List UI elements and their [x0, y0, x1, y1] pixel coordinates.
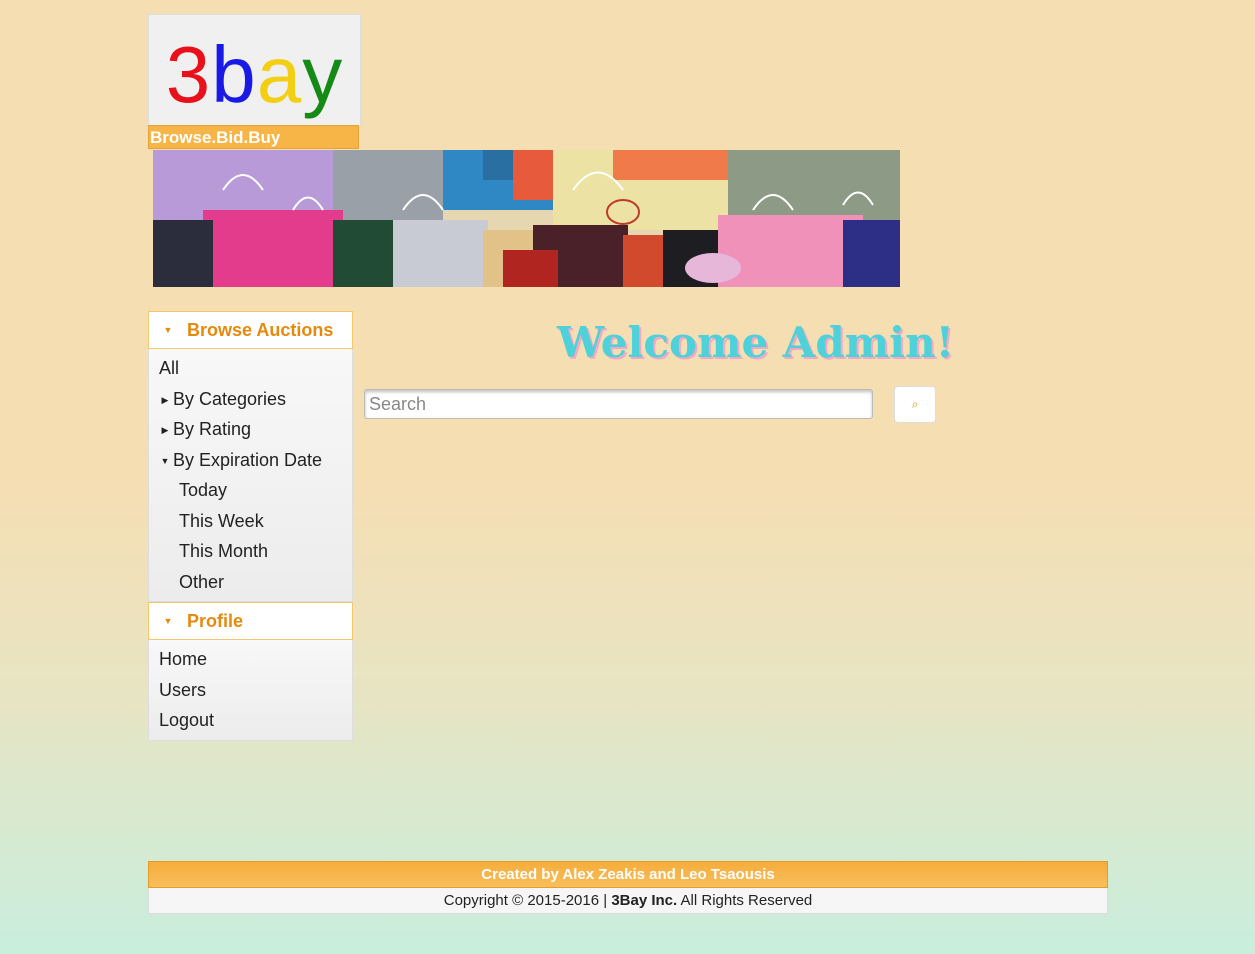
nav-expiration-other[interactable]: Other — [149, 567, 352, 598]
nav-home[interactable]: Home — [149, 644, 352, 675]
nav-users-label: Users — [159, 679, 207, 700]
nav-home-label: Home — [159, 649, 208, 669]
nav-by-expiration-date[interactable]: ▼ By Expiration Date — [149, 445, 352, 476]
nav-all[interactable]: All — [149, 353, 352, 384]
caret-down-icon: ▼ — [163, 616, 173, 626]
nav-by-rating-label: By Rating — [173, 419, 252, 439]
nav-by-expiration-label: By Expiration Date — [173, 449, 323, 470]
browse-auctions-panel: All ▶ By Categories ▶ By Rating ▼ By Expira… — [148, 349, 353, 602]
shopping-bags-banner — [153, 150, 900, 287]
logo-text: 3bay — [166, 34, 344, 115]
caret-right-icon: ▶ — [161, 425, 169, 436]
welcome-heading: Welcome Admin! — [557, 318, 955, 367]
nav-expiration-label: This Month — [179, 541, 269, 561]
footer-copyright: Copyright © 2015-2016 | 3Bay Inc. All Ri… — [148, 888, 1108, 914]
copyright-prefix: Copyright © 2015-2016 | — [443, 892, 608, 909]
caret-down-icon: ▼ — [163, 325, 173, 335]
nav-by-rating[interactable]: ▶ By Rating — [149, 414, 352, 445]
profile-header[interactable]: ▼ Profile — [148, 602, 353, 640]
nav-by-categories[interactable]: ▶ By Categories — [149, 384, 352, 415]
search-input[interactable] — [364, 389, 873, 419]
nav-all-label: All — [159, 358, 180, 378]
nav-logout[interactable]: Logout — [149, 705, 352, 736]
caret-right-icon: ▶ — [161, 394, 169, 405]
nav-logout-label: Logout — [159, 710, 215, 730]
browse-auctions-title: Browse Auctions — [187, 319, 334, 340]
footer-credit-bar: Created by Alex Zeakis and Leo Tsaousis — [148, 861, 1108, 888]
nav-expiration-label: This Week — [179, 510, 264, 531]
profile-panel: Home Users Logout — [148, 640, 353, 741]
nav-expiration-this-week[interactable]: This Week — [149, 506, 352, 537]
logo-letter-y: y — [302, 29, 344, 119]
sidebar: ▼ Browse Auctions All ▶ By Categories ▶ By… — [148, 311, 353, 741]
nav-by-categories-label: By Categories — [173, 388, 287, 409]
nav-expiration-label: Today — [179, 480, 228, 500]
footer-credit: Created by Alex Zeakis and Leo Tsaousis — [481, 866, 775, 883]
logo-letter-a: a — [256, 29, 303, 119]
profile-title: Profile — [187, 610, 244, 631]
logo-letter-b: b — [211, 29, 257, 119]
search-button[interactable]: ⌕ — [894, 386, 936, 423]
logo-letter-3: 3 — [165, 29, 212, 119]
nav-users[interactable]: Users — [149, 675, 352, 706]
nav-expiration-this-month[interactable]: This Month — [149, 536, 352, 567]
company-name: 3Bay Inc. — [611, 892, 678, 909]
browse-auctions-header[interactable]: ▼ Browse Auctions — [148, 311, 353, 349]
copyright-suffix: All Rights Reserved — [680, 892, 813, 909]
nav-expiration-today[interactable]: Today — [149, 475, 352, 506]
search-icon: ⌕ — [911, 397, 919, 411]
nav-expiration-label: Other — [179, 571, 225, 592]
caret-down-icon: ▼ — [160, 455, 170, 466]
logo[interactable]: 3bay — [148, 14, 361, 126]
shopping-bags-image — [153, 150, 900, 287]
tagline: Browse.Bid.Buy — [148, 125, 359, 149]
